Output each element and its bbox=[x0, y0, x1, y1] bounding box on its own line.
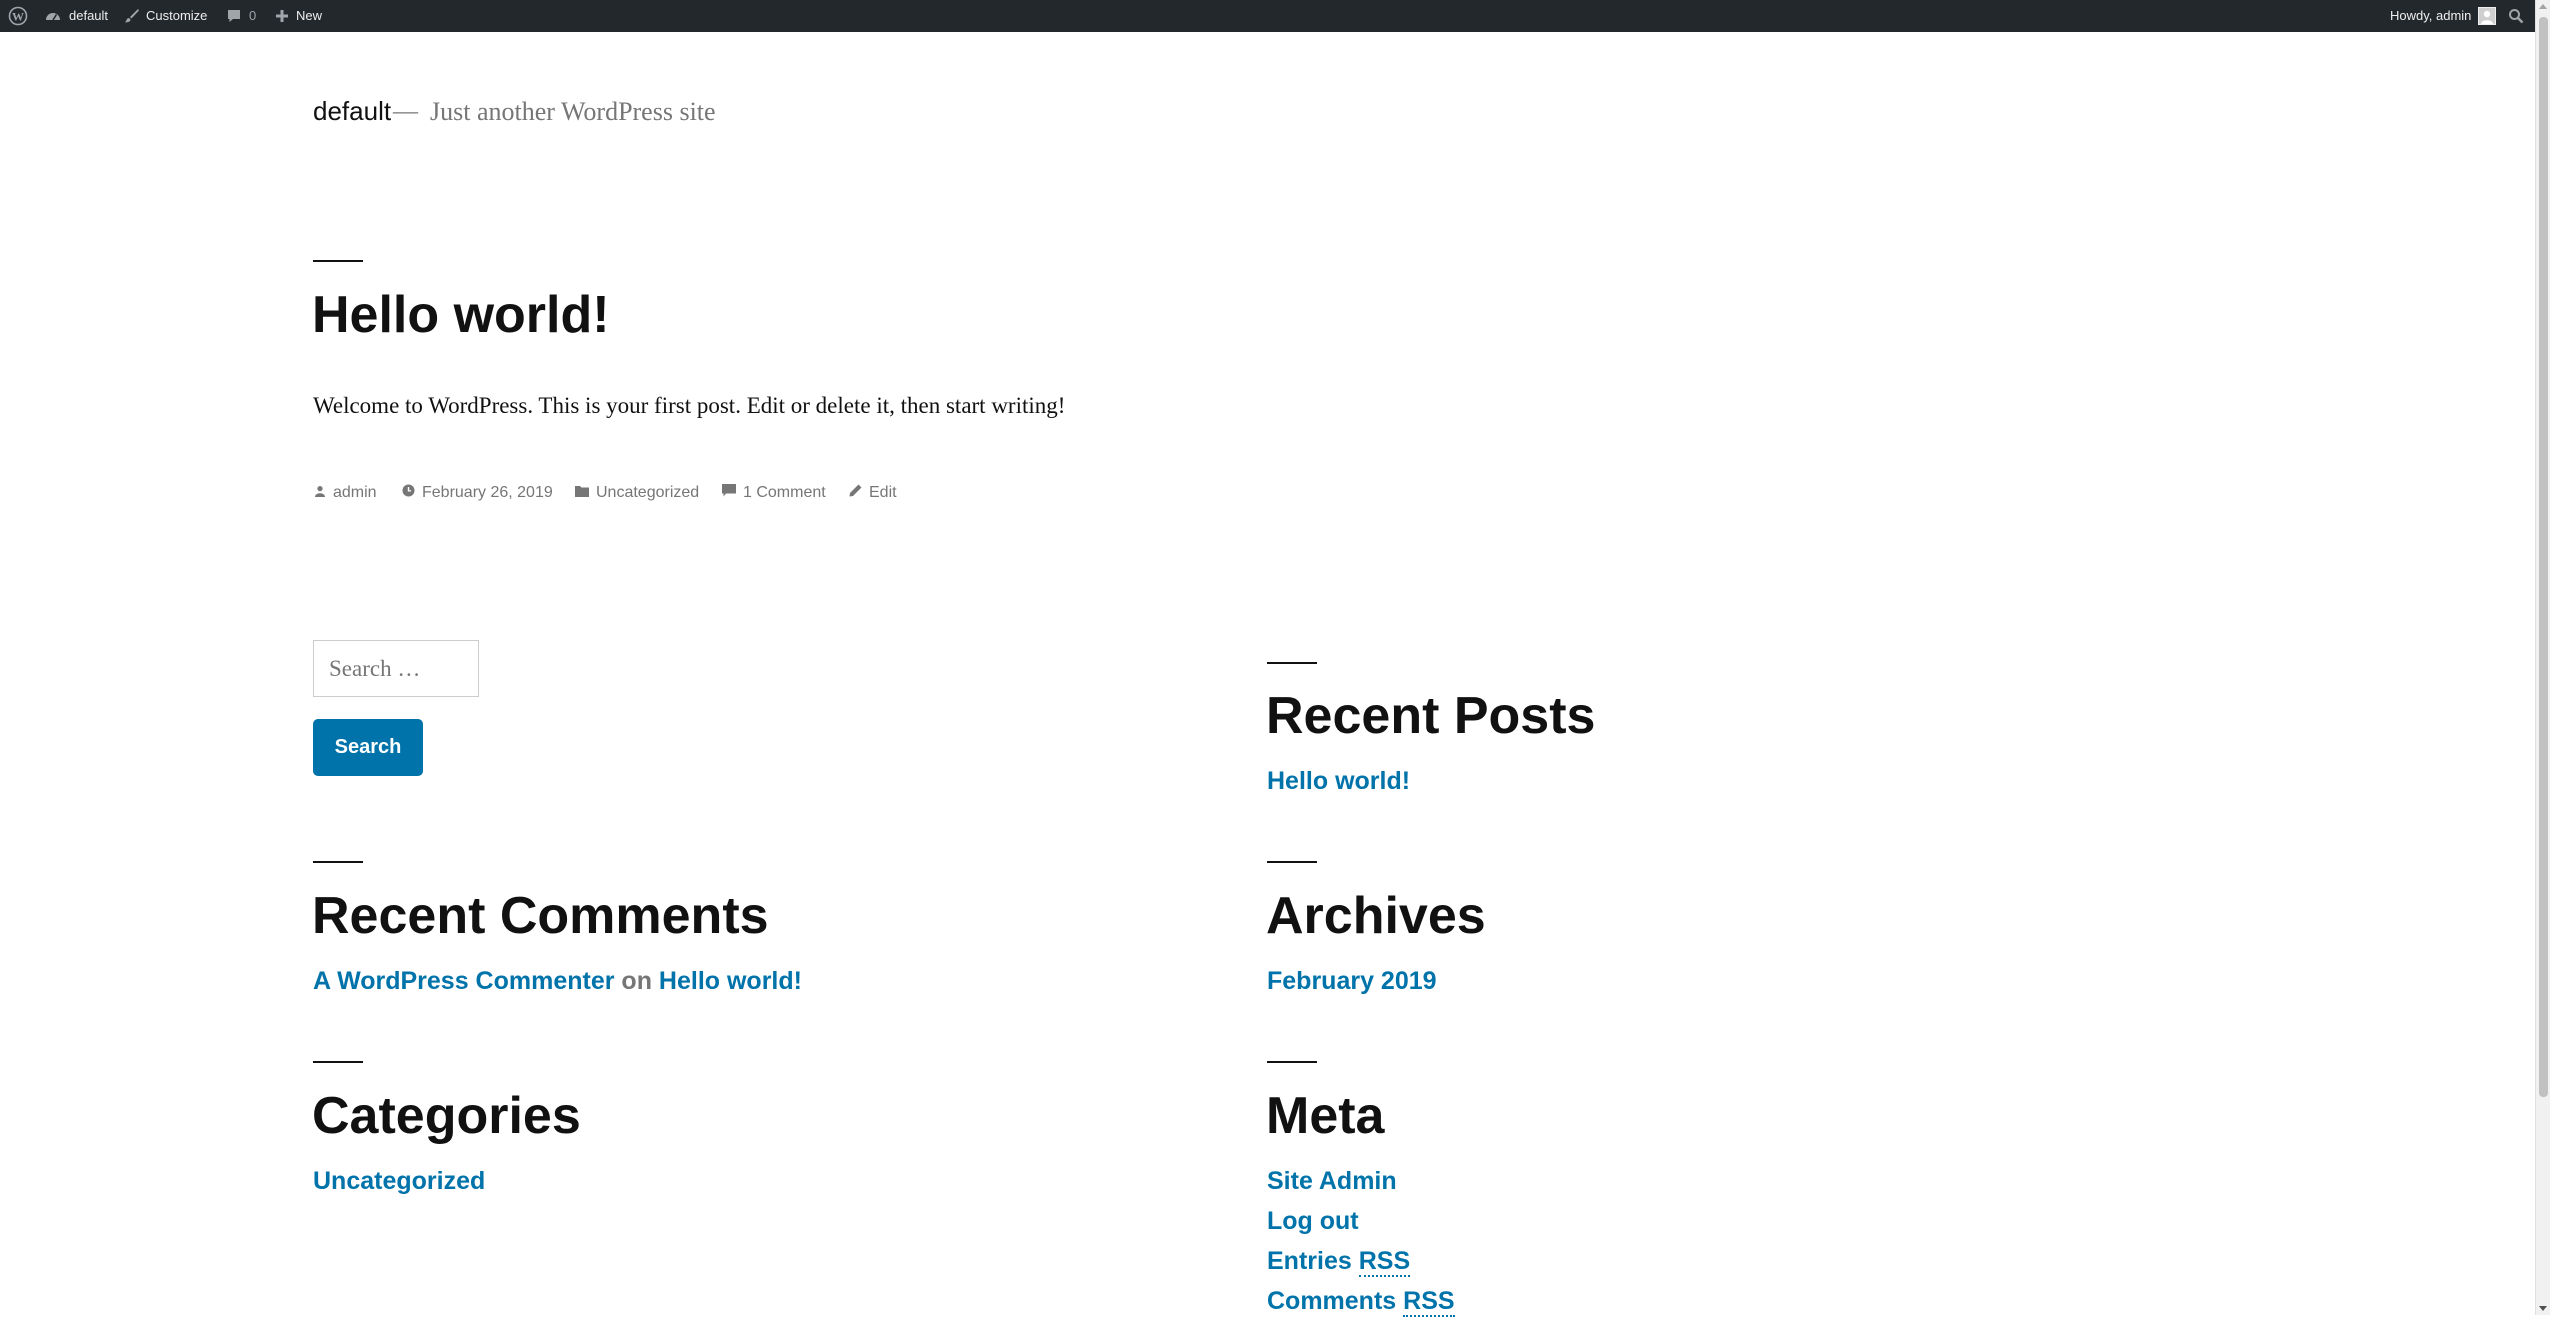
site-admin-link[interactable]: Site Admin bbox=[1267, 1166, 1397, 1196]
recent-comments-title: Recent Comments bbox=[312, 887, 769, 945]
scroll-down-arrow-icon[interactable] bbox=[2539, 1306, 2547, 1311]
post-category-link[interactable]: Uncategorized bbox=[596, 484, 699, 502]
site-description: Just another WordPress site bbox=[430, 97, 716, 126]
scroll-up-arrow-icon[interactable] bbox=[2539, 4, 2547, 9]
post-edit[interactable]: Edit bbox=[849, 483, 897, 503]
recent-comment-item: A WordPress Commenter on Hello world! bbox=[313, 966, 802, 996]
admin-bar-howdy: Howdy, admin bbox=[2390, 8, 2472, 23]
category-link[interactable]: Uncategorized bbox=[313, 1166, 485, 1196]
comments-rss-abbr: RSS bbox=[1403, 1287, 1455, 1317]
admin-bar-site-link[interactable]: default bbox=[44, 0, 108, 32]
svg-text:W: W bbox=[12, 10, 24, 24]
entries-rss-abbr: RSS bbox=[1358, 1247, 1411, 1277]
admin-bar-new-label: New bbox=[296, 8, 323, 23]
post-title-divider bbox=[313, 260, 363, 262]
post-edit-link[interactable]: Edit bbox=[869, 484, 897, 502]
folder-icon bbox=[575, 484, 596, 502]
post-comments-link[interactable]: 1 Comment bbox=[743, 484, 826, 502]
search-button[interactable]: Search bbox=[313, 719, 423, 776]
post-category[interactable]: Uncategorized bbox=[575, 483, 699, 503]
archives-divider bbox=[1267, 861, 1317, 863]
admin-bar-account[interactable]: Howdy, admin bbox=[2390, 0, 2497, 32]
page-scrollbar[interactable] bbox=[2535, 0, 2550, 1315]
post-author-link[interactable]: admin bbox=[333, 484, 377, 502]
comment-bubble-icon bbox=[226, 8, 242, 24]
search-input[interactable]: Search … bbox=[313, 640, 479, 697]
author-icon bbox=[314, 484, 333, 502]
archive-link[interactable]: February 2019 bbox=[1267, 966, 1437, 996]
admin-bar-customize-label: Customize bbox=[146, 8, 208, 23]
comment-icon bbox=[722, 484, 743, 502]
paintbrush-icon bbox=[124, 8, 140, 24]
comment-on-text: on bbox=[621, 967, 652, 995]
admin-bar-search-icon[interactable] bbox=[2508, 0, 2524, 32]
comment-post-link[interactable]: Hello world! bbox=[659, 967, 802, 995]
admin-bar-new[interactable]: New bbox=[275, 0, 322, 32]
recent-posts-divider bbox=[1267, 662, 1317, 664]
meta-divider bbox=[1267, 1061, 1317, 1063]
post-date[interactable]: February 26, 2019 bbox=[402, 483, 553, 503]
admin-bar: W default Customize 0 New Howdy, admin bbox=[0, 0, 2535, 32]
entries-rss-link[interactable]: Entries RSS bbox=[1267, 1246, 1411, 1277]
plus-icon bbox=[275, 9, 289, 23]
comment-author-link[interactable]: A WordPress Commenter bbox=[313, 967, 614, 995]
categories-divider bbox=[313, 1061, 363, 1063]
post-date-link[interactable]: February 26, 2019 bbox=[422, 484, 553, 502]
site-title-separator: — bbox=[393, 98, 418, 125]
categories-title: Categories bbox=[312, 1087, 581, 1145]
admin-bar-customize[interactable]: Customize bbox=[124, 0, 207, 32]
comments-rss-label: Comments bbox=[1267, 1287, 1397, 1315]
post-comments[interactable]: 1 Comment bbox=[722, 483, 826, 503]
meta-title: Meta bbox=[1266, 1087, 1385, 1145]
admin-bar-comments[interactable]: 0 bbox=[226, 0, 256, 32]
post-author[interactable]: admin bbox=[314, 483, 377, 503]
avatar bbox=[2478, 7, 2497, 25]
log-out-link[interactable]: Log out bbox=[1267, 1206, 1359, 1236]
pencil-icon bbox=[849, 484, 869, 502]
site-title[interactable]: default bbox=[313, 96, 391, 127]
dashboard-icon bbox=[44, 7, 62, 25]
recent-posts-title: Recent Posts bbox=[1266, 687, 1596, 745]
scrollbar-thumb[interactable] bbox=[2539, 17, 2548, 1097]
wordpress-logo-icon[interactable]: W bbox=[8, 0, 28, 32]
post-title[interactable]: Hello world! bbox=[312, 284, 610, 346]
comments-rss-link[interactable]: Comments RSS bbox=[1267, 1286, 1455, 1317]
entries-rss-label: Entries bbox=[1267, 1247, 1352, 1275]
post-content: Welcome to WordPress. This is your first… bbox=[313, 393, 1066, 418]
recent-comments-divider bbox=[313, 861, 363, 863]
admin-bar-comments-count: 0 bbox=[249, 8, 257, 23]
recent-post-link[interactable]: Hello world! bbox=[1267, 766, 1410, 796]
clock-icon bbox=[402, 484, 422, 502]
archives-title: Archives bbox=[1266, 887, 1486, 945]
admin-bar-site-name: default bbox=[69, 8, 109, 23]
